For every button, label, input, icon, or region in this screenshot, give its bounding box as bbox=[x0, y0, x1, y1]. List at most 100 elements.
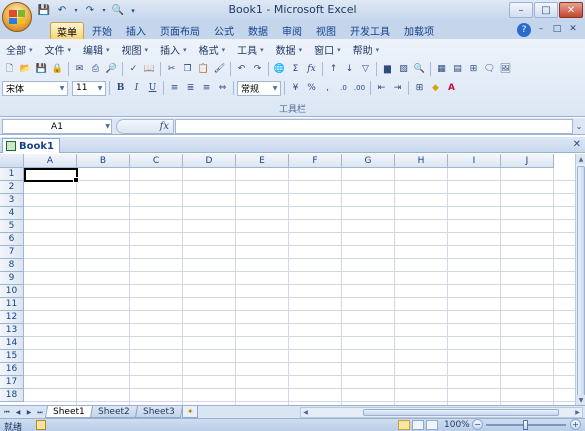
minimize-icon[interactable]: – bbox=[509, 2, 533, 18]
bold-button[interactable]: B bbox=[113, 80, 128, 96]
row-header[interactable]: 5 bbox=[0, 220, 24, 233]
font-size-select[interactable]: 11 ▼ bbox=[72, 80, 106, 96]
expand-formula-bar-icon[interactable]: ⌄ bbox=[574, 120, 584, 133]
copy-icon[interactable]: ❐ bbox=[180, 61, 195, 77]
redo-icon[interactable]: ↷ bbox=[250, 61, 265, 77]
normal-view-icon[interactable] bbox=[398, 420, 410, 430]
zoom-level[interactable]: 100% bbox=[444, 420, 470, 430]
zoom-slider-thumb[interactable] bbox=[523, 420, 528, 430]
zoom-icon[interactable]: 🔍 bbox=[412, 61, 427, 77]
zoom-in-icon[interactable]: + bbox=[570, 419, 581, 430]
column-header[interactable]: D bbox=[183, 154, 236, 168]
row-header[interactable]: 13 bbox=[0, 324, 24, 337]
tab-3[interactable]: 页面布局 bbox=[154, 22, 206, 39]
next-sheet-icon[interactable]: ▶ bbox=[24, 407, 34, 418]
percent-button[interactable]: % bbox=[304, 80, 319, 96]
tab-5[interactable]: 数据 bbox=[242, 22, 274, 39]
workbook-tab[interactable]: Book1 bbox=[2, 138, 60, 153]
cell-area[interactable] bbox=[24, 168, 575, 405]
menu-item-4[interactable]: 插入 ▾ bbox=[154, 41, 193, 58]
scroll-right-icon[interactable]: ▶ bbox=[573, 408, 582, 417]
active-cell[interactable] bbox=[24, 168, 79, 183]
last-sheet-icon[interactable]: ⏭ bbox=[35, 407, 45, 418]
column-header[interactable]: I bbox=[448, 154, 501, 168]
underline-button[interactable]: U bbox=[145, 80, 160, 96]
tab-9[interactable]: 加载项 bbox=[398, 22, 440, 39]
tab-8[interactable]: 开发工具 bbox=[344, 22, 396, 39]
print-preview-icon[interactable]: 🔎 bbox=[104, 61, 119, 77]
font-color-icon[interactable]: A bbox=[444, 80, 459, 96]
column-header[interactable]: H bbox=[395, 154, 448, 168]
sheet-tab[interactable]: Sheet1 bbox=[44, 406, 93, 418]
first-sheet-icon[interactable]: ⏮ bbox=[2, 407, 12, 418]
tab-4[interactable]: 公式 bbox=[208, 22, 240, 39]
menu-item-7[interactable]: 数据 ▾ bbox=[270, 41, 309, 58]
cell-styles-icon[interactable]: ▦ bbox=[434, 61, 449, 77]
row-header[interactable]: 11 bbox=[0, 298, 24, 311]
row-header[interactable]: 8 bbox=[0, 259, 24, 272]
column-header[interactable]: J bbox=[501, 154, 554, 168]
decrease-decimal-icon[interactable]: .00 bbox=[352, 80, 367, 96]
menu-item-9[interactable]: 帮助 ▾ bbox=[347, 41, 386, 58]
workbook-restore-icon[interactable]: □ bbox=[551, 23, 563, 35]
vertical-scroll-thumb[interactable] bbox=[577, 166, 585, 398]
undo-icon[interactable]: ↶ bbox=[234, 61, 249, 77]
zoom-out-icon[interactable]: − bbox=[472, 419, 483, 430]
workbook-close-icon[interactable]: ✕ bbox=[567, 23, 579, 35]
sort-descending-icon[interactable]: ↓ bbox=[342, 61, 357, 77]
workbook-minimize-icon[interactable]: – bbox=[535, 23, 547, 35]
font-name-select[interactable]: 宋体 ▼ bbox=[2, 80, 68, 96]
restore-icon[interactable]: □ bbox=[534, 2, 558, 18]
comment-icon[interactable]: 🗨 bbox=[482, 61, 497, 77]
column-header[interactable]: G bbox=[342, 154, 395, 168]
row-header[interactable]: 15 bbox=[0, 350, 24, 363]
row-header[interactable]: 10 bbox=[0, 285, 24, 298]
page-layout-view-icon[interactable] bbox=[412, 420, 424, 430]
permission-icon[interactable]: 🔒 bbox=[50, 61, 65, 77]
row-header[interactable]: 16 bbox=[0, 363, 24, 376]
save-icon[interactable]: 💾 bbox=[34, 61, 49, 77]
menu-item-5[interactable]: 格式 ▾ bbox=[193, 41, 232, 58]
tab-7[interactable]: 视图 bbox=[310, 22, 342, 39]
merge-center-icon[interactable]: ⇔ bbox=[215, 80, 230, 96]
tab-0[interactable]: 菜单 bbox=[50, 22, 84, 39]
column-header[interactable]: C bbox=[130, 154, 183, 168]
macro-record-icon[interactable] bbox=[36, 420, 46, 430]
chart-icon[interactable]: ▆ bbox=[380, 61, 395, 77]
number-format-select[interactable]: 常规 ▼ bbox=[237, 80, 281, 96]
menu-item-2[interactable]: 编辑 ▾ bbox=[77, 41, 116, 58]
increase-decimal-icon[interactable]: .0 bbox=[336, 80, 351, 96]
hyperlink-icon[interactable]: 🌐 bbox=[272, 61, 287, 77]
horizontal-scroll-thumb[interactable] bbox=[363, 409, 559, 416]
align-right-icon[interactable]: ≡ bbox=[199, 80, 214, 96]
scroll-left-icon[interactable]: ◀ bbox=[301, 408, 310, 417]
menu-item-1[interactable]: 文件 ▾ bbox=[39, 41, 78, 58]
insert-table-icon[interactable]: ⊞ bbox=[466, 61, 481, 77]
row-header[interactable]: 1 bbox=[0, 168, 24, 181]
insert-function-button[interactable]: fx bbox=[160, 121, 169, 132]
align-left-icon[interactable]: ≡ bbox=[167, 80, 182, 96]
autosum-icon[interactable]: Σ bbox=[288, 61, 303, 77]
name-box[interactable]: A1 ▼ bbox=[2, 119, 112, 134]
picture-icon[interactable]: 🖼 bbox=[498, 61, 513, 77]
row-header[interactable]: 4 bbox=[0, 207, 24, 220]
previous-sheet-icon[interactable]: ◀ bbox=[13, 407, 23, 418]
function-icon[interactable]: fx bbox=[304, 61, 319, 77]
scroll-up-icon[interactable]: ▲ bbox=[576, 154, 585, 164]
new-icon[interactable]: 🗋 bbox=[2, 61, 17, 77]
align-center-icon[interactable]: ≣ bbox=[183, 80, 198, 96]
close-icon[interactable]: ✕ bbox=[559, 2, 583, 18]
filter-icon[interactable]: ▽ bbox=[358, 61, 373, 77]
row-header[interactable]: 3 bbox=[0, 194, 24, 207]
print-icon[interactable]: ⎙ bbox=[88, 61, 103, 77]
borders-icon[interactable]: ⊞ bbox=[412, 80, 427, 96]
increase-indent-icon[interactable]: ⇥ bbox=[390, 80, 405, 96]
format-painter-icon[interactable]: 🖌 bbox=[212, 61, 227, 77]
insert-sheet-icon[interactable]: ✦ bbox=[182, 406, 199, 418]
drawing-icon[interactable]: ▧ bbox=[396, 61, 411, 77]
freeze-panes-icon[interactable]: ▤ bbox=[450, 61, 465, 77]
column-header[interactable]: A bbox=[24, 154, 77, 168]
horizontal-scrollbar[interactable]: ◀ ▶ bbox=[300, 407, 583, 418]
scroll-down-icon[interactable]: ▼ bbox=[576, 395, 585, 405]
comma-button[interactable]: , bbox=[320, 80, 335, 96]
